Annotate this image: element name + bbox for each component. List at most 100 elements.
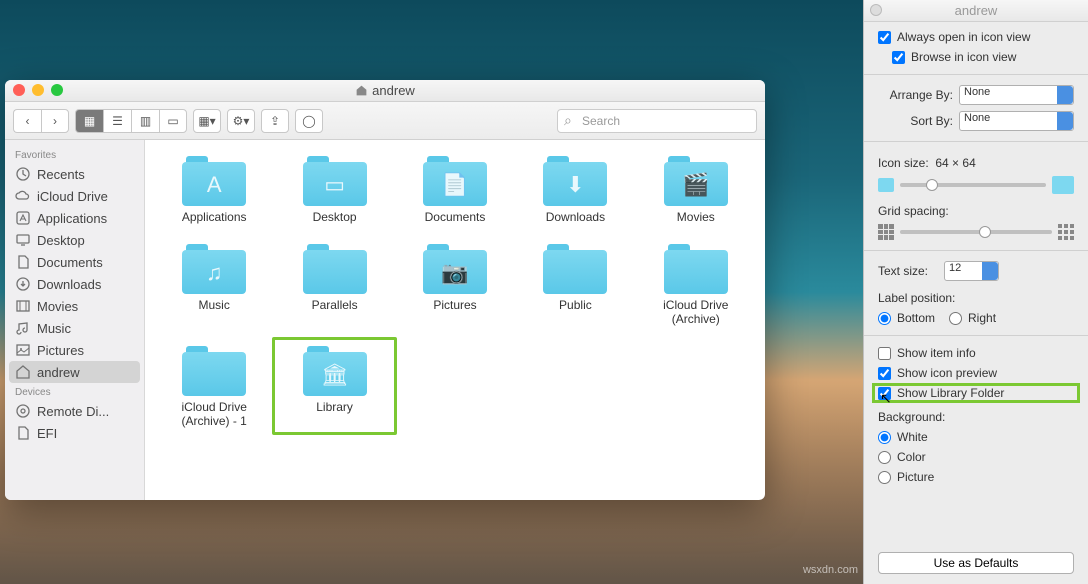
- sidebar-item-music[interactable]: Music: [5, 317, 144, 339]
- folder-pictures[interactable]: 📷Pictures: [400, 242, 510, 326]
- minimize-button[interactable]: [32, 84, 44, 96]
- arrange-by-label: Arrange By:: [878, 88, 953, 102]
- grid-spacing-slider[interactable]: [900, 230, 1052, 234]
- titlebar[interactable]: andrew: [5, 80, 765, 102]
- folder-label: Music: [199, 298, 230, 312]
- cursor-icon: ↖: [880, 390, 892, 407]
- grid-spacing-slider-row: [878, 224, 1074, 240]
- sidebar-item-efi[interactable]: EFI: [5, 422, 144, 444]
- panel-titlebar[interactable]: andrew: [864, 0, 1088, 22]
- bg-color-radio[interactable]: Color: [878, 450, 1074, 464]
- watermark: wsxdn.com: [803, 564, 858, 576]
- close-button[interactable]: [13, 84, 25, 96]
- background-label: Background:: [878, 410, 1074, 424]
- sidebar-item-desktop[interactable]: Desktop: [5, 229, 144, 251]
- folder-music[interactable]: ♫ Music: [159, 242, 269, 326]
- folder-icon: ♫: [182, 242, 246, 294]
- sort-by-select[interactable]: None: [959, 111, 1074, 131]
- folder-icon: [664, 242, 728, 294]
- use-as-defaults-button[interactable]: Use as Defaults: [878, 552, 1074, 574]
- text-size-select[interactable]: 12: [944, 261, 999, 281]
- folder-downloads[interactable]: ⬇Downloads: [520, 154, 630, 224]
- label-bottom-radio[interactable]: Bottom: [878, 311, 935, 325]
- sidebar-item-movies[interactable]: Movies: [5, 295, 144, 317]
- column-view-button[interactable]: ▥: [131, 109, 159, 133]
- toolbar: ‹ › ▦ ☰ ▥ ▭ ▦▾ ⚙▾ ⇪ ◯ Search: [5, 102, 765, 140]
- maximize-button[interactable]: [51, 84, 63, 96]
- content-grid[interactable]: AApplications ▭ Desktop 📄Documents⬇Download…: [145, 140, 765, 500]
- folder-icloud-drive-archive-1[interactable]: iCloud Drive (Archive) - 1: [159, 344, 269, 428]
- folder-icon: 📄: [423, 154, 487, 206]
- home-icon: [355, 84, 368, 97]
- panel-close-button[interactable]: [870, 4, 882, 16]
- back-button[interactable]: ‹: [13, 109, 41, 133]
- nav-buttons: ‹ ›: [13, 109, 69, 133]
- sidebar-item-icloud-drive[interactable]: iCloud Drive: [5, 185, 144, 207]
- large-folder-icon: [1052, 176, 1074, 194]
- label-right-radio[interactable]: Right: [949, 311, 996, 325]
- sidebar-item-documents[interactable]: Documents: [5, 251, 144, 273]
- show-library-folder-checkbox[interactable]: Show Library Folder ↖: [878, 386, 1074, 400]
- sort-by-label: Sort By:: [878, 114, 953, 128]
- search-placeholder: Search: [582, 114, 620, 128]
- folder-library[interactable]: 🏛Library: [272, 337, 396, 435]
- bg-picture-radio[interactable]: Picture: [878, 470, 1074, 484]
- folder-label: Public: [559, 298, 592, 312]
- pic-icon: [15, 342, 31, 358]
- icon-size-slider[interactable]: [900, 183, 1046, 187]
- sidebar-item-recents[interactable]: Recents: [5, 163, 144, 185]
- sidebar-item-remote-di-[interactable]: Remote Di...: [5, 400, 144, 422]
- small-folder-icon: [878, 178, 894, 192]
- action-button[interactable]: ⚙▾: [227, 109, 255, 133]
- folder-desktop[interactable]: ▭ Desktop: [279, 154, 389, 224]
- folder-documents[interactable]: 📄Documents: [400, 154, 510, 224]
- folder-icloud-drive-archive-[interactable]: iCloud Drive (Archive): [641, 242, 751, 326]
- list-view-button[interactable]: ☰: [103, 109, 131, 133]
- sidebar-item-pictures[interactable]: Pictures: [5, 339, 144, 361]
- folder-icon: 🎬: [664, 154, 728, 206]
- share-button[interactable]: ⇪: [261, 109, 289, 133]
- tags-button[interactable]: ◯: [295, 109, 323, 133]
- favorites-header: Favorites: [5, 146, 144, 163]
- doc-icon: [15, 425, 31, 441]
- folder-icon: [303, 242, 367, 294]
- show-item-info-checkbox[interactable]: Show item info: [878, 346, 1074, 360]
- sidebar: Favorites RecentsiCloud DriveApplication…: [5, 140, 145, 500]
- folder-icon: [182, 344, 246, 396]
- text-size-label: Text size:: [878, 264, 938, 278]
- folder-applications[interactable]: AApplications: [159, 154, 269, 224]
- sidebar-item-downloads[interactable]: Downloads: [5, 273, 144, 295]
- gallery-view-button[interactable]: ▭: [159, 109, 187, 133]
- search-input[interactable]: Search: [557, 109, 757, 133]
- folder-public[interactable]: Public: [520, 242, 630, 326]
- doc-icon: [15, 254, 31, 270]
- disc-icon: [15, 403, 31, 419]
- tight-grid-icon: [878, 224, 894, 240]
- folder-parallels[interactable]: Parallels: [279, 242, 389, 326]
- folder-movies[interactable]: 🎬Movies: [641, 154, 751, 224]
- music-icon: [15, 320, 31, 336]
- folder-label: iCloud Drive (Archive): [641, 298, 751, 326]
- icon-view-button[interactable]: ▦: [75, 109, 103, 133]
- sidebar-item-andrew[interactable]: andrew: [9, 361, 140, 383]
- traffic-lights: [13, 84, 63, 96]
- group-button[interactable]: ▦▾: [193, 109, 221, 133]
- folder-icon: 🏛: [303, 344, 367, 396]
- forward-button[interactable]: ›: [41, 109, 69, 133]
- sidebar-item-applications[interactable]: Applications: [5, 207, 144, 229]
- title-label: andrew: [372, 83, 415, 98]
- folder-label: Desktop: [313, 210, 357, 224]
- icon-size-value: 64 × 64: [935, 156, 975, 170]
- finder-window: andrew ‹ › ▦ ☰ ▥ ▭ ▦▾ ⚙▾ ⇪ ◯ Search Favo…: [5, 80, 765, 500]
- folder-icon: A: [182, 154, 246, 206]
- label-position-label: Label position:: [878, 291, 1074, 305]
- browse-checkbox[interactable]: Browse in icon view: [892, 50, 1074, 64]
- show-icon-preview-checkbox[interactable]: Show icon preview: [878, 366, 1074, 380]
- folder-icon: 📷: [423, 242, 487, 294]
- arrange-by-select[interactable]: None: [959, 85, 1074, 105]
- download-icon: [15, 276, 31, 292]
- panel-title: andrew: [955, 3, 998, 18]
- bg-white-radio[interactable]: White: [878, 430, 1074, 444]
- folder-icon: ▭: [303, 154, 367, 206]
- always-open-checkbox[interactable]: Always open in icon view: [878, 30, 1074, 44]
